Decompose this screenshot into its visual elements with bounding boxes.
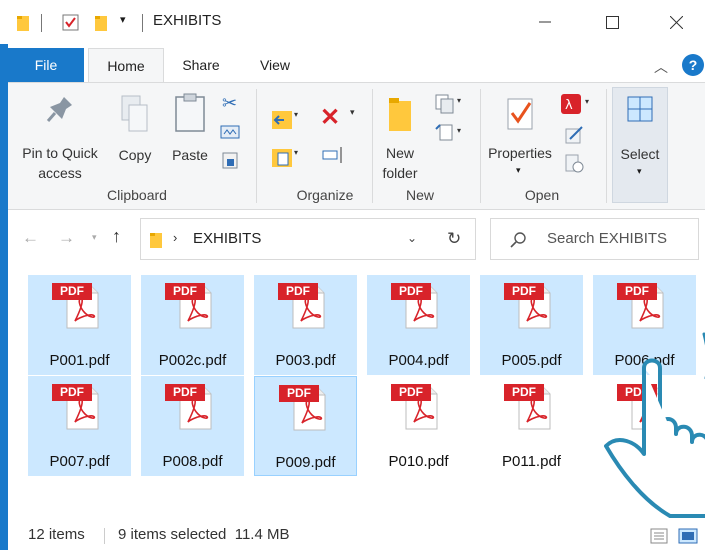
file-item[interactable]: PDF P007.pdf [28, 376, 131, 476]
file-name: P009.pdf [275, 454, 336, 471]
file-item[interactable]: PDF P009.pdf [254, 376, 357, 476]
file-name: P005.pdf [501, 352, 562, 369]
file-name: P007.pdf [49, 453, 110, 470]
file-name: P011.pdf [502, 453, 561, 470]
pdf-badge: PDF [391, 283, 431, 300]
pdf-badge: PDF [504, 283, 544, 300]
item-count: 12 items [28, 526, 85, 543]
file-name: P008.pdf [162, 453, 223, 470]
large-icons-view-icon[interactable] [678, 528, 698, 544]
file-item[interactable]: PDF P004.pdf [367, 275, 470, 375]
file-name: P001.pdf [49, 352, 110, 369]
pdf-badge: PDF [617, 283, 657, 300]
status-divider [104, 528, 105, 544]
file-item[interactable]: PDF P010.pdf [367, 376, 470, 476]
pdf-badge: PDF [391, 384, 431, 401]
details-view-icon[interactable] [650, 528, 668, 544]
pdf-badge: PDF [504, 384, 544, 401]
hand-cursor-icon [604, 332, 705, 518]
selection-summary: 9 items selected 11.4 MB [118, 526, 290, 543]
file-name: P003.pdf [275, 352, 336, 369]
file-item[interactable]: PDF P008.pdf [141, 376, 244, 476]
pdf-badge: PDF [165, 283, 205, 300]
file-item[interactable]: PDF P005.pdf [480, 275, 583, 375]
pdf-badge: PDF [52, 384, 92, 401]
pdf-badge: PDF [52, 283, 92, 300]
file-item[interactable]: PDF P002c.pdf [141, 275, 244, 375]
pdf-badge: PDF [279, 385, 319, 402]
file-name: P004.pdf [388, 352, 449, 369]
pdf-badge: PDF [278, 283, 318, 300]
status-bar: 12 items 9 items selected 11.4 MB [0, 522, 705, 550]
file-item[interactable]: PDF P011.pdf [480, 376, 583, 476]
file-item[interactable]: PDF P003.pdf [254, 275, 357, 375]
file-item[interactable]: PDF P001.pdf [28, 275, 131, 375]
file-name: P010.pdf [388, 453, 449, 470]
file-name: P002c.pdf [158, 352, 227, 369]
pdf-badge: PDF [165, 384, 205, 401]
